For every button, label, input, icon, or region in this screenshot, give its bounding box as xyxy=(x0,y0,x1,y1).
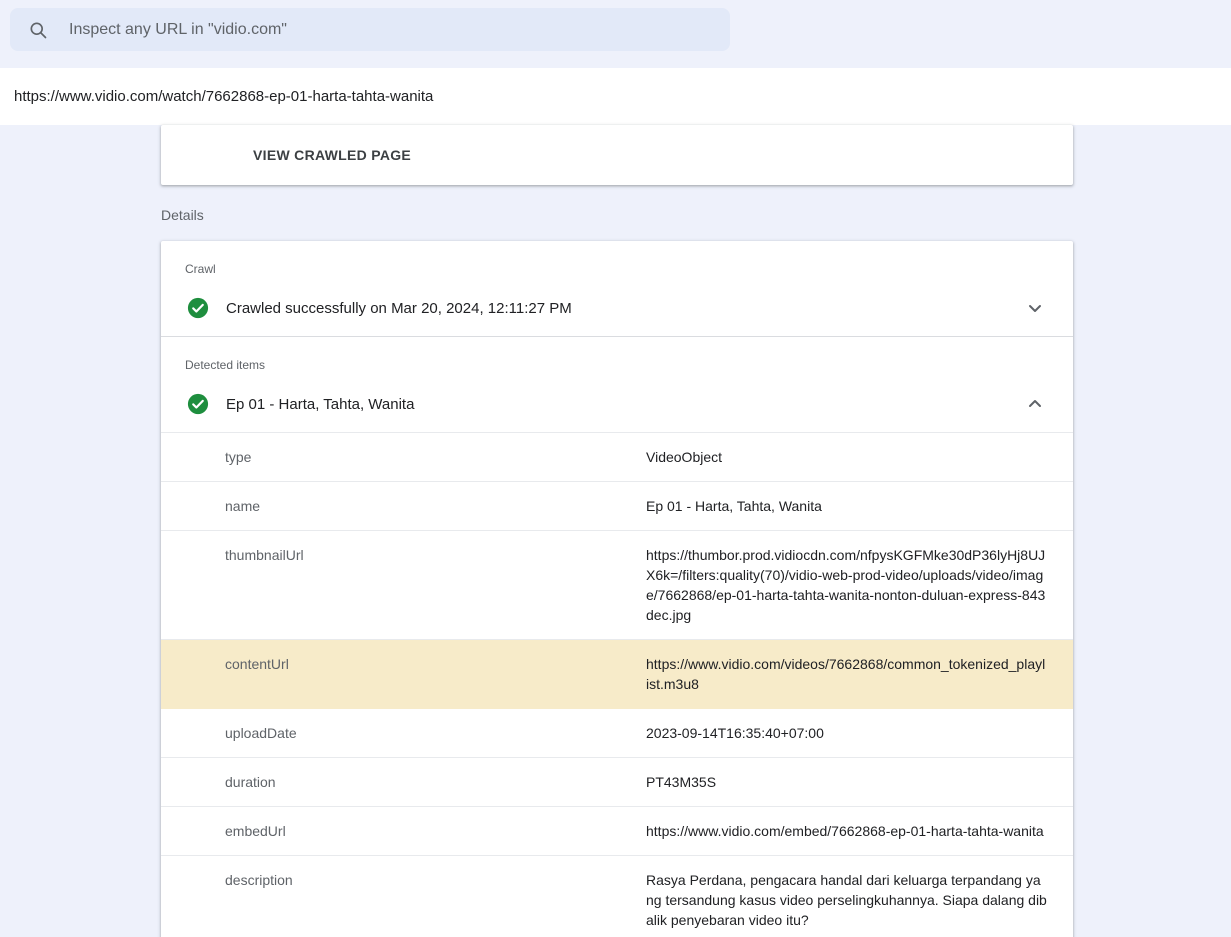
table-row: contentUrl https://www.vidio.com/videos/… xyxy=(161,640,1073,709)
url-inspection-input[interactable] xyxy=(67,20,730,40)
inspected-url-band: https://www.vidio.com/watch/7662868-ep-0… xyxy=(0,68,1231,125)
crawl-status-text: Crawled successfully on Mar 20, 2024, 12… xyxy=(226,300,572,317)
crawl-status-row[interactable]: Crawled successfully on Mar 20, 2024, 12… xyxy=(161,280,1073,336)
property-key: thumbnailUrl xyxy=(225,545,646,625)
table-row: duration PT43M35S xyxy=(161,758,1073,807)
success-check-icon xyxy=(187,393,209,415)
crawl-section-label: Crawl xyxy=(161,241,1073,280)
property-value: https://thumbor.prod.vidiocdn.com/nfpysK… xyxy=(646,545,1047,625)
table-row: uploadDate 2023-09-14T16:35:40+07:00 xyxy=(161,709,1073,758)
search-bar-area xyxy=(0,0,1231,68)
property-key: type xyxy=(225,447,646,467)
property-value: https://www.vidio.com/videos/7662868/com… xyxy=(646,654,1047,694)
table-row: name Ep 01 - Harta, Tahta, Wanita xyxy=(161,482,1073,531)
detected-items-label: Detected items xyxy=(161,337,1073,376)
detected-items-table: type VideoObject name Ep 01 - Harta, Tah… xyxy=(161,432,1073,937)
chevron-down-icon[interactable] xyxy=(1023,296,1047,320)
table-row: type VideoObject xyxy=(161,433,1073,482)
property-key: uploadDate xyxy=(225,723,646,743)
property-key: contentUrl xyxy=(225,654,646,694)
table-row: thumbnailUrl https://thumbor.prod.vidioc… xyxy=(161,531,1073,640)
detected-item-title: Ep 01 - Harta, Tahta, Wanita xyxy=(226,396,414,413)
success-check-icon xyxy=(187,297,209,319)
property-value: Ep 01 - Harta, Tahta, Wanita xyxy=(646,496,1047,516)
property-value: 2023-09-14T16:35:40+07:00 xyxy=(646,723,1047,743)
property-value: https://www.vidio.com/embed/7662868-ep-0… xyxy=(646,821,1047,841)
table-row: embedUrl https://www.vidio.com/embed/766… xyxy=(161,807,1073,856)
chevron-up-icon[interactable] xyxy=(1023,392,1047,416)
search-icon xyxy=(28,20,48,40)
main-content: VIEW CRAWLED PAGE Details Crawl Crawled … xyxy=(0,125,1231,937)
view-crawled-page-button[interactable]: VIEW CRAWLED PAGE xyxy=(245,139,419,171)
details-section-label: Details xyxy=(161,207,1231,223)
property-value: VideoObject xyxy=(646,447,1047,467)
property-value: PT43M35S xyxy=(646,772,1047,792)
property-key: description xyxy=(225,870,646,930)
details-card: Crawl Crawled successfully on Mar 20, 20… xyxy=(161,241,1073,937)
property-value: Rasya Perdana, pengacara handal dari kel… xyxy=(646,870,1047,930)
property-key: duration xyxy=(225,772,646,792)
crawled-page-card: VIEW CRAWLED PAGE xyxy=(161,125,1073,185)
inspected-url-text: https://www.vidio.com/watch/7662868-ep-0… xyxy=(14,88,433,105)
detected-item-header-row[interactable]: Ep 01 - Harta, Tahta, Wanita xyxy=(161,376,1073,432)
property-key: embedUrl xyxy=(225,821,646,841)
url-inspection-searchbox[interactable] xyxy=(10,8,730,51)
table-row: description Rasya Perdana, pengacara han… xyxy=(161,856,1073,937)
property-key: name xyxy=(225,496,646,516)
